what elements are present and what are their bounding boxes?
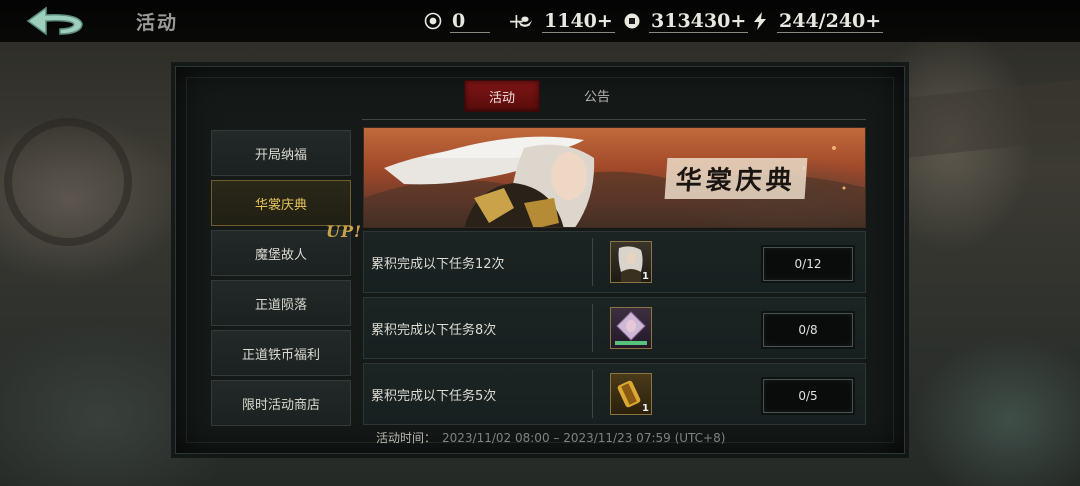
silver-value[interactable]: 1140+ xyxy=(542,10,615,33)
sidebar-item-iron-coin-welfare[interactable]: 正道铁币福利 xyxy=(211,330,351,376)
reward-quantity: 1 xyxy=(642,271,649,282)
event-time: 活动时间： 2023/11/02 08:00 – 2023/11/23 07:59… xyxy=(376,429,725,446)
sidebar-item-righteous-fall[interactable]: 正道陨落 xyxy=(211,280,351,326)
task-divider xyxy=(592,238,593,286)
task-progress: 0/8 xyxy=(763,313,853,347)
back-arrow-icon xyxy=(26,6,83,36)
event-time-label: 活动时间： xyxy=(376,431,437,445)
event-banner: 华裳庆典 xyxy=(363,127,866,228)
task-divider xyxy=(592,370,593,418)
tab-announcements[interactable]: 公告 xyxy=(560,80,634,110)
task-progress: 0/12 xyxy=(763,247,853,281)
stamina-value[interactable]: 244/240+ xyxy=(777,10,884,33)
task-label: 累积完成以下任务12次 xyxy=(371,256,505,272)
tab-bar: 活动 公告 xyxy=(464,80,634,112)
top-bar: 活动 0 + 1140+ 313430+ 244/240+ xyxy=(0,0,1080,42)
reward-item[interactable]: 1 xyxy=(610,373,652,415)
task-progress: 0/5 xyxy=(763,379,853,413)
event-time-value: 2023/11/02 08:00 – 2023/11/23 07:59 (UTC… xyxy=(442,431,726,445)
background-wheel xyxy=(4,118,132,246)
resource-copper: 313430+ xyxy=(623,6,749,36)
resource-silver: 1140+ xyxy=(516,6,615,36)
sidebar-item-costume-festival[interactable]: 华裳庆典 xyxy=(211,180,351,226)
task-label: 累积完成以下任务8次 xyxy=(371,322,497,338)
sidebar-item-opening-blessing[interactable]: 开局纳福 xyxy=(211,130,351,176)
back-button[interactable] xyxy=(24,4,88,38)
silver-ingot-icon xyxy=(516,12,534,30)
task-row: 累积完成以下任务12次 1 0/12 xyxy=(363,231,866,293)
activity-sidebar: 开局纳福 华裳庆典 魔堡故人 正道陨落 正道铁币福利 限时活动商店 xyxy=(211,130,353,430)
task-label: 累积完成以下任务5次 xyxy=(371,388,497,404)
stamina-lightning-icon xyxy=(751,12,769,30)
task-divider xyxy=(592,304,593,352)
sidebar-item-limited-shop[interactable]: 限时活动商店 xyxy=(211,380,351,426)
reward-item[interactable] xyxy=(610,307,652,349)
resource-stamina: 244/240+ xyxy=(751,6,884,36)
reward-item[interactable]: 1 xyxy=(610,241,652,283)
token-value: 0 xyxy=(450,10,490,33)
task-row: 累积完成以下任务8次 0/8 xyxy=(363,297,866,359)
character-shard-icon xyxy=(615,311,647,345)
background-roof xyxy=(880,79,1080,161)
resource-token: 0 + xyxy=(424,6,525,36)
coin-token-icon xyxy=(424,12,442,30)
up-badge: UP! xyxy=(326,222,363,241)
tab-activities[interactable]: 活动 xyxy=(464,80,540,112)
copper-coin-icon xyxy=(623,12,641,30)
reward-quantity: 1 xyxy=(642,403,649,414)
tab-divider xyxy=(362,119,866,120)
copper-value[interactable]: 313430+ xyxy=(649,10,749,33)
banner-title: 华裳庆典 xyxy=(664,158,808,199)
task-row: 累积完成以下任务5次 1 0/5 xyxy=(363,363,866,425)
page-title: 活动 xyxy=(136,12,179,34)
